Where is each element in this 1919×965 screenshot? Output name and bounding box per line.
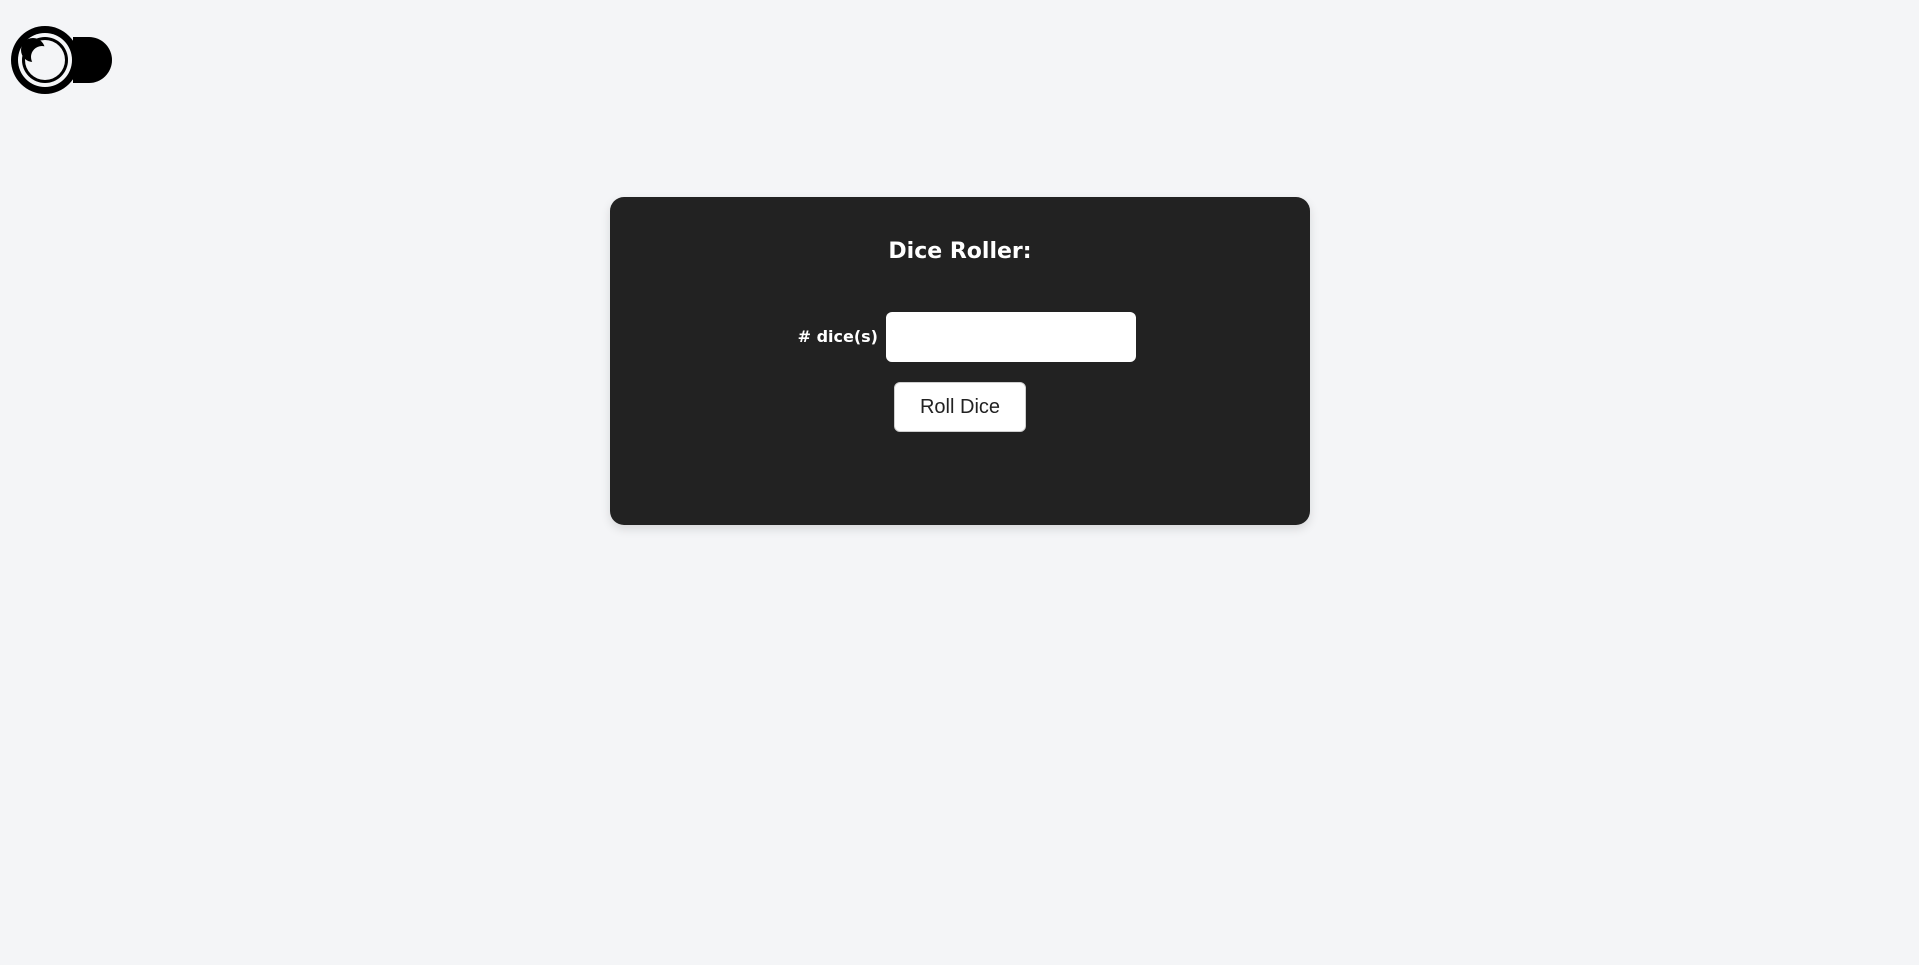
moon-eye-logo-icon — [11, 26, 112, 94]
dice-roller-card: Dice Roller: # dice(s) Roll Dice — [610, 197, 1310, 525]
dice-count-label: # dice(s) — [797, 327, 878, 346]
card-title: Dice Roller: — [888, 239, 1032, 264]
logo[interactable] — [11, 26, 115, 96]
dice-count-input[interactable] — [886, 312, 1136, 362]
roll-dice-button[interactable]: Roll Dice — [894, 382, 1026, 432]
